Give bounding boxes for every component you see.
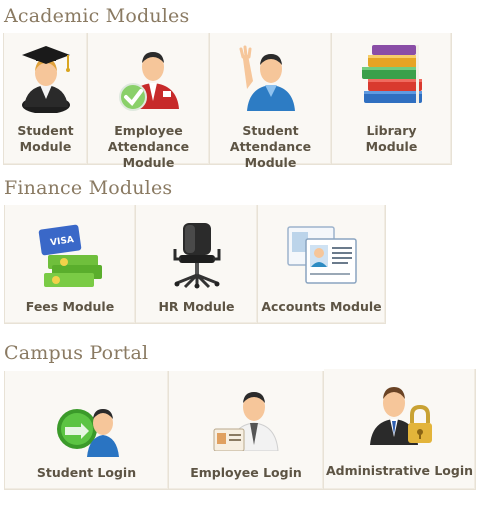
employee-attendance-icon	[113, 41, 185, 113]
student-module-label: Student Module	[17, 123, 74, 154]
fees-module-label: Fees Module	[25, 299, 115, 314]
accounts-module-tile[interactable]: Accounts Module	[258, 205, 386, 324]
accounts-module-label: Accounts Module	[261, 299, 382, 314]
student-login-icon	[51, 387, 123, 459]
administrative-login-label: Administrative Login	[325, 463, 474, 478]
employee-login-label: Employee Login	[190, 465, 302, 480]
student-module-tile[interactable]: Student Module	[3, 33, 88, 165]
employee-attendance-module-label: Employee Attendance Module	[107, 123, 190, 170]
employee-login-icon	[210, 379, 282, 451]
books-icon	[356, 39, 428, 111]
hr-module-tile[interactable]: HR Module	[136, 205, 258, 324]
employee-attendance-module-tile[interactable]: Employee Attendance Module	[88, 33, 210, 170]
administrative-login-tile[interactable]: Administrative Login	[324, 369, 476, 490]
library-module-tile[interactable]: Library Module	[332, 33, 452, 165]
student-attendance-module-label: Student Attendance Module	[229, 123, 312, 170]
library-module-label: Library Module	[365, 123, 418, 154]
office-chair-icon	[161, 219, 233, 291]
student-attendance-icon	[235, 41, 307, 113]
hr-module-label: HR Module	[158, 299, 235, 314]
student-attendance-module-tile[interactable]: Student Attendance Module	[210, 33, 332, 170]
id-cards-icon	[286, 219, 358, 291]
section-title-academic: Academic Modules	[4, 5, 190, 27]
fees-module-tile[interactable]: VISA Fees Module	[4, 205, 136, 324]
student-login-label: Student Login	[36, 465, 137, 480]
section-title-campus-portal: Campus Portal	[4, 342, 149, 364]
admin-lock-icon	[364, 375, 436, 447]
student-login-tile[interactable]: Student Login	[4, 371, 169, 490]
money-card-icon: VISA	[34, 219, 106, 291]
graduate-icon	[10, 41, 82, 113]
employee-login-tile[interactable]: Employee Login	[169, 371, 324, 490]
section-title-finance: Finance Modules	[4, 177, 173, 199]
